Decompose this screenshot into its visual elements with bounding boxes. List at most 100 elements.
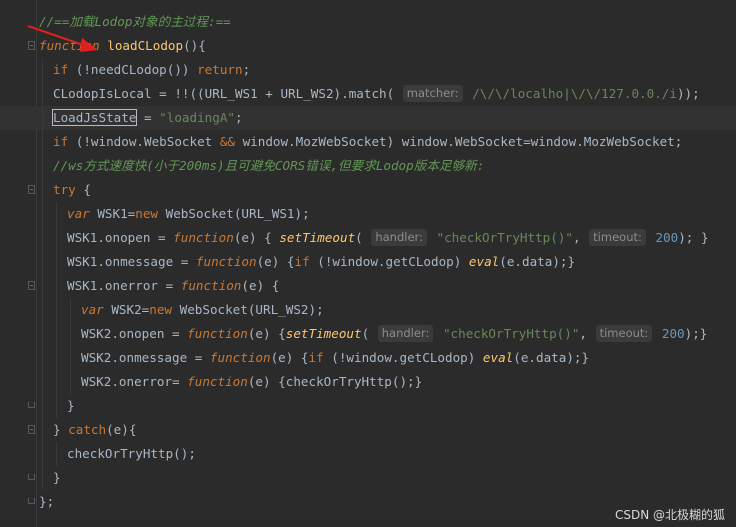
code-token: function: [180, 278, 242, 293]
fold-collapse-icon[interactable]: [28, 281, 35, 290]
code-text: //ws方式速度快(小于200ms)且可避免CORS错误,但要求Lodop版本足…: [53, 154, 484, 178]
indent-guide: [56, 394, 57, 418]
code-line[interactable]: function loadCLodop(){: [0, 34, 736, 58]
code-token: eval: [468, 254, 500, 269]
code-token: ,: [579, 326, 595, 341]
code-token: loadCLodop: [107, 38, 184, 53]
code-token: WSK1.onerror =: [67, 278, 181, 293]
code-token: (e.data);}: [513, 350, 590, 365]
code-line[interactable]: WSK2.onopen = function(e) {setTimeout( h…: [0, 322, 736, 346]
code-token: new: [135, 206, 166, 221]
code-line[interactable]: CLodopIsLocal = !!((URL_WS1 + URL_WS2).m…: [0, 82, 736, 106]
code-line[interactable]: }: [0, 466, 736, 490]
code-token: (!window.WebSocket: [75, 134, 220, 149]
code-text: WSK1.onmessage = function(e) {if (!windo…: [67, 250, 575, 274]
indent-guide: [56, 226, 57, 250]
code-editor[interactable]: //==加载Lodop对象的主过程:== function loadCLodop(…: [0, 0, 736, 527]
code-line[interactable]: //==加载Lodop对象的主过程:==: [0, 10, 736, 34]
code-line[interactable]: //ws方式速度快(小于200ms)且可避免CORS错误,但要求Lodop版本足…: [0, 154, 736, 178]
code-token: checkOrTryHttp();: [67, 446, 196, 461]
code-token: (){: [183, 38, 206, 53]
indent-guide: [70, 346, 71, 370]
code-line[interactable]: var WSK1=new WebSocket(URL_WS1);: [0, 202, 736, 226]
code-token: WSK1.onmessage =: [67, 254, 196, 269]
indent-guide: [42, 274, 43, 298]
watermark: CSDN @北极糊的狐: [614, 508, 725, 522]
indent-guide: [42, 370, 43, 394]
code-token: (e) {: [270, 350, 309, 365]
code-token: WebSocket(URL_WS1);: [165, 206, 310, 221]
code-token: =: [136, 110, 160, 125]
code-token: "loadingA": [159, 110, 235, 125]
code-token: ;: [234, 110, 243, 125]
indent-guide: [56, 298, 57, 322]
code-token: (e.data);}: [499, 254, 576, 269]
indent-guide: [42, 202, 43, 226]
parameter-hint: timeout:: [589, 229, 646, 246]
code-line[interactable]: WSK1.onopen = function(e) { setTimeout( …: [0, 226, 736, 250]
code-token: window.MozWebSocket) window.WebSocket=wi…: [234, 134, 683, 149]
code-token: var: [81, 302, 112, 317]
code-token: WSK1=: [97, 206, 136, 221]
code-token: ));: [676, 86, 700, 101]
code-token: //==加载Lodop对象的主过程:==: [39, 14, 231, 29]
code-token: CLodopIsLocal = !!((URL_WS1 + URL_WS2).m…: [53, 86, 402, 101]
code-text: } catch(e){: [53, 418, 136, 442]
code-token: (e) {: [256, 254, 295, 269]
code-token: function: [187, 374, 248, 389]
indent-guide: [56, 202, 57, 226]
code-token: ;: [242, 62, 251, 77]
code-line[interactable]: WSK1.onmessage = function(e) {if (!windo…: [0, 250, 736, 274]
code-text: CLodopIsLocal = !!((URL_WS1 + URL_WS2).m…: [53, 82, 700, 106]
code-line[interactable]: WSK2.onmessage = function(e) {if (!windo…: [0, 346, 736, 370]
code-token: if: [308, 350, 332, 365]
code-line[interactable]: checkOrTryHttp();: [0, 442, 736, 466]
code-text: if (!needCLodop()) return;: [53, 58, 250, 82]
code-token: eval: [482, 350, 514, 365]
code-token: }: [53, 470, 61, 485]
indent-guide: [56, 346, 57, 370]
code-line[interactable]: var WSK2=new WebSocket(URL_WS2);: [0, 298, 736, 322]
fold-collapse-icon[interactable]: [28, 41, 35, 50]
code-token: }: [53, 422, 69, 437]
code-line[interactable]: if (!window.WebSocket && window.MozWebSo…: [0, 130, 736, 154]
indent-guide: [42, 418, 43, 442]
indent-guide: [42, 466, 43, 490]
fold-collapse-icon[interactable]: [28, 185, 35, 194]
code-token: WSK1.onopen =: [67, 230, 174, 245]
code-text: };: [39, 490, 54, 514]
parameter-hint: timeout:: [595, 325, 653, 342]
code-token: (!window.getCLodop): [331, 350, 483, 365]
code-line[interactable]: try {: [0, 178, 736, 202]
indent-guide: [70, 322, 71, 346]
code-token: setTimeout: [285, 326, 362, 341]
parameter-hint: handler:: [377, 325, 434, 342]
code-line[interactable]: if (!needCLodop()) return;: [0, 58, 736, 82]
code-token: new: [149, 302, 180, 317]
code-text: var WSK2=new WebSocket(URL_WS2);: [81, 298, 324, 322]
indent-guide: [42, 346, 43, 370]
fold-collapse-icon[interactable]: [28, 425, 35, 434]
code-token: ); }: [678, 230, 709, 245]
code-token: (e) {checkOrTryHttp();}: [247, 374, 423, 389]
code-token: "checkOrTryHttp()": [428, 230, 573, 245]
code-token: return: [197, 62, 243, 77]
code-line[interactable]: WSK2.onerror= function(e) {checkOrTryHtt…: [0, 370, 736, 394]
code-line[interactable]: }: [0, 394, 736, 418]
code-token: WSK2.onmessage =: [81, 350, 210, 365]
code-token: WSK2=: [111, 302, 150, 317]
parameter-hint: matcher:: [402, 85, 463, 102]
indent-guide: [42, 394, 43, 418]
code-token: 200: [647, 230, 679, 245]
code-line[interactable]: } catch(e){: [0, 418, 736, 442]
indent-guide: [56, 250, 57, 274]
code-token: var: [67, 206, 98, 221]
code-line[interactable]: LoadJsState = "loadingA";: [0, 106, 736, 130]
code-text: if (!window.WebSocket && window.MozWebSo…: [53, 130, 682, 154]
code-line[interactable]: WSK1.onerror = function(e) {: [0, 274, 736, 298]
code-token: (: [355, 230, 371, 245]
indent-guide: [42, 322, 43, 346]
code-token: };: [39, 494, 55, 509]
indent-guide: [42, 226, 43, 250]
code-token: if: [294, 254, 318, 269]
